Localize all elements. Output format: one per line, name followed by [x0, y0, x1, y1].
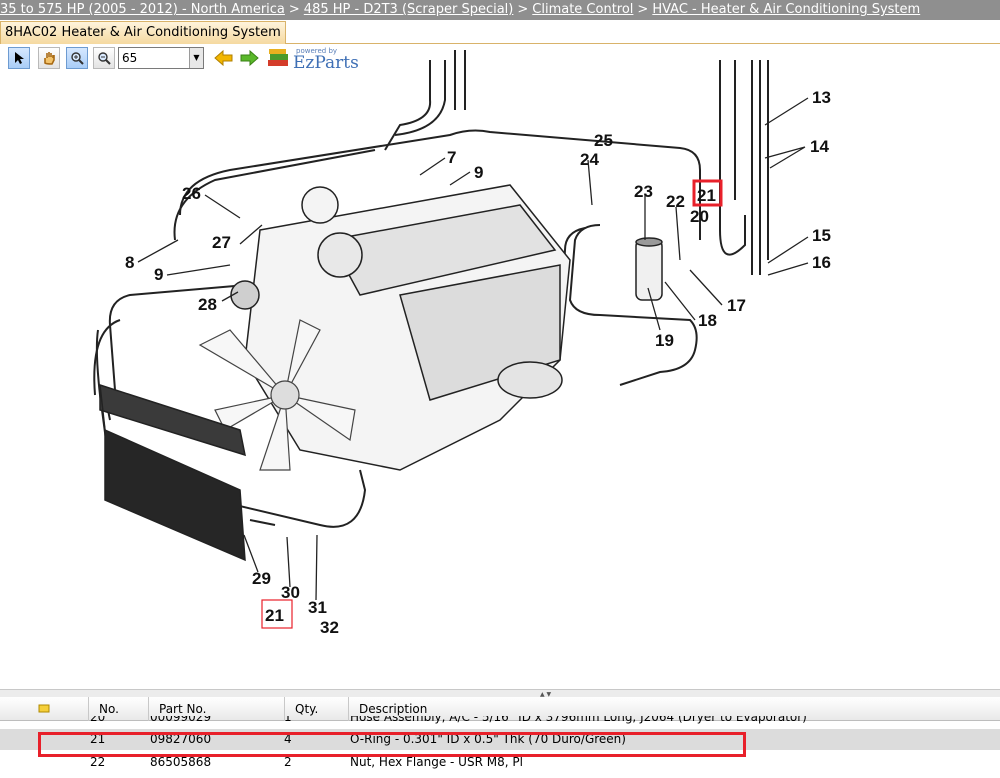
callout-31: 31	[308, 598, 327, 617]
logo-name: EzParts	[293, 53, 359, 73]
callout-32: 32	[320, 618, 339, 637]
callout-9: 9	[474, 163, 483, 182]
callout-29: 29	[252, 569, 271, 588]
callout-8: 8	[125, 253, 134, 272]
callout-26: 26	[182, 184, 201, 203]
callout-16: 16	[812, 253, 831, 272]
ezparts-books-icon	[268, 49, 288, 66]
callout-19: 19	[655, 331, 674, 350]
callout-7: 7	[447, 148, 456, 167]
breadcrumb-link-climate-control[interactable]: Climate Control	[532, 2, 633, 17]
breadcrumb-link-model[interactable]: 485 HP - D2T3 (Scraper Special)	[304, 2, 514, 17]
cell-part-no: 00099029	[150, 716, 212, 724]
callout-27: 27	[212, 233, 231, 252]
callout-15: 15	[812, 226, 831, 245]
callout-21: 21	[697, 186, 716, 205]
zoom-out-icon[interactable]	[93, 47, 115, 69]
forward-arrow-icon[interactable]	[239, 49, 259, 71]
ezparts-logo: powered by EzParts	[266, 45, 361, 73]
callout-25: 25	[594, 131, 613, 150]
zoom-level-select[interactable]: 65 ▼	[118, 47, 204, 69]
breadcrumb-separator: >	[288, 2, 300, 17]
row-highlight-box	[38, 732, 746, 757]
callout-9b: 9	[154, 265, 163, 284]
cell-no: 20	[90, 716, 106, 724]
callout-14: 14	[810, 137, 829, 156]
cell-description: Hose Assembly, A/C - 5/16" ID x 3796mm L…	[350, 716, 807, 724]
callout-21b: 21	[265, 606, 284, 625]
note-icon	[38, 704, 50, 713]
callout-23: 23	[634, 182, 653, 201]
breadcrumb-separator: >	[517, 2, 529, 17]
callout-13: 13	[812, 88, 831, 107]
breadcrumb-separator: >	[637, 2, 649, 17]
callout-18: 18	[698, 311, 717, 330]
breadcrumb-link-hp-range[interactable]: 35 to 575 HP (2005 - 2012) - North Ameri…	[0, 2, 285, 17]
pan-hand-icon[interactable]	[38, 47, 60, 69]
tab-heater-ac-system[interactable]: 8HAC02 Heater & Air Conditioning System	[0, 21, 286, 44]
zoom-value: 65	[122, 51, 138, 65]
breadcrumb: 35 to 575 HP (2005 - 2012) - North Ameri…	[0, 0, 1000, 20]
parts-diagram[interactable]: 7 8 9 9 13 14 15 16 17 18 19 20 21 21 22…	[0, 44, 1000, 689]
breadcrumb-link-hvac[interactable]: HVAC - Heater & Air Conditioning System	[652, 2, 920, 17]
zoom-in-icon[interactable]	[66, 47, 88, 69]
viewer-toolbar: 65 ▼ powered by EzParts	[0, 45, 361, 73]
callout-17: 17	[727, 296, 746, 315]
select-arrow-icon[interactable]	[8, 47, 30, 69]
diagram-svg: 7 8 9 9 13 14 15 16 17 18 19 20 21 21 22…	[93, 50, 831, 637]
callout-24: 24	[580, 150, 599, 169]
callout-20: 20	[690, 207, 709, 226]
cell-qty: 1	[284, 716, 292, 724]
callout-28: 28	[198, 295, 217, 314]
tab-strip: 8HAC02 Heater & Air Conditioning System	[0, 20, 1000, 44]
pane-splitter[interactable]: ▲ ▼	[0, 689, 1000, 698]
chevron-down-icon[interactable]: ▼	[189, 48, 203, 68]
back-arrow-icon[interactable]	[214, 49, 234, 71]
table-row[interactable]: 20 00099029 1 Hose Assembly, A/C - 5/16"…	[0, 716, 1000, 726]
